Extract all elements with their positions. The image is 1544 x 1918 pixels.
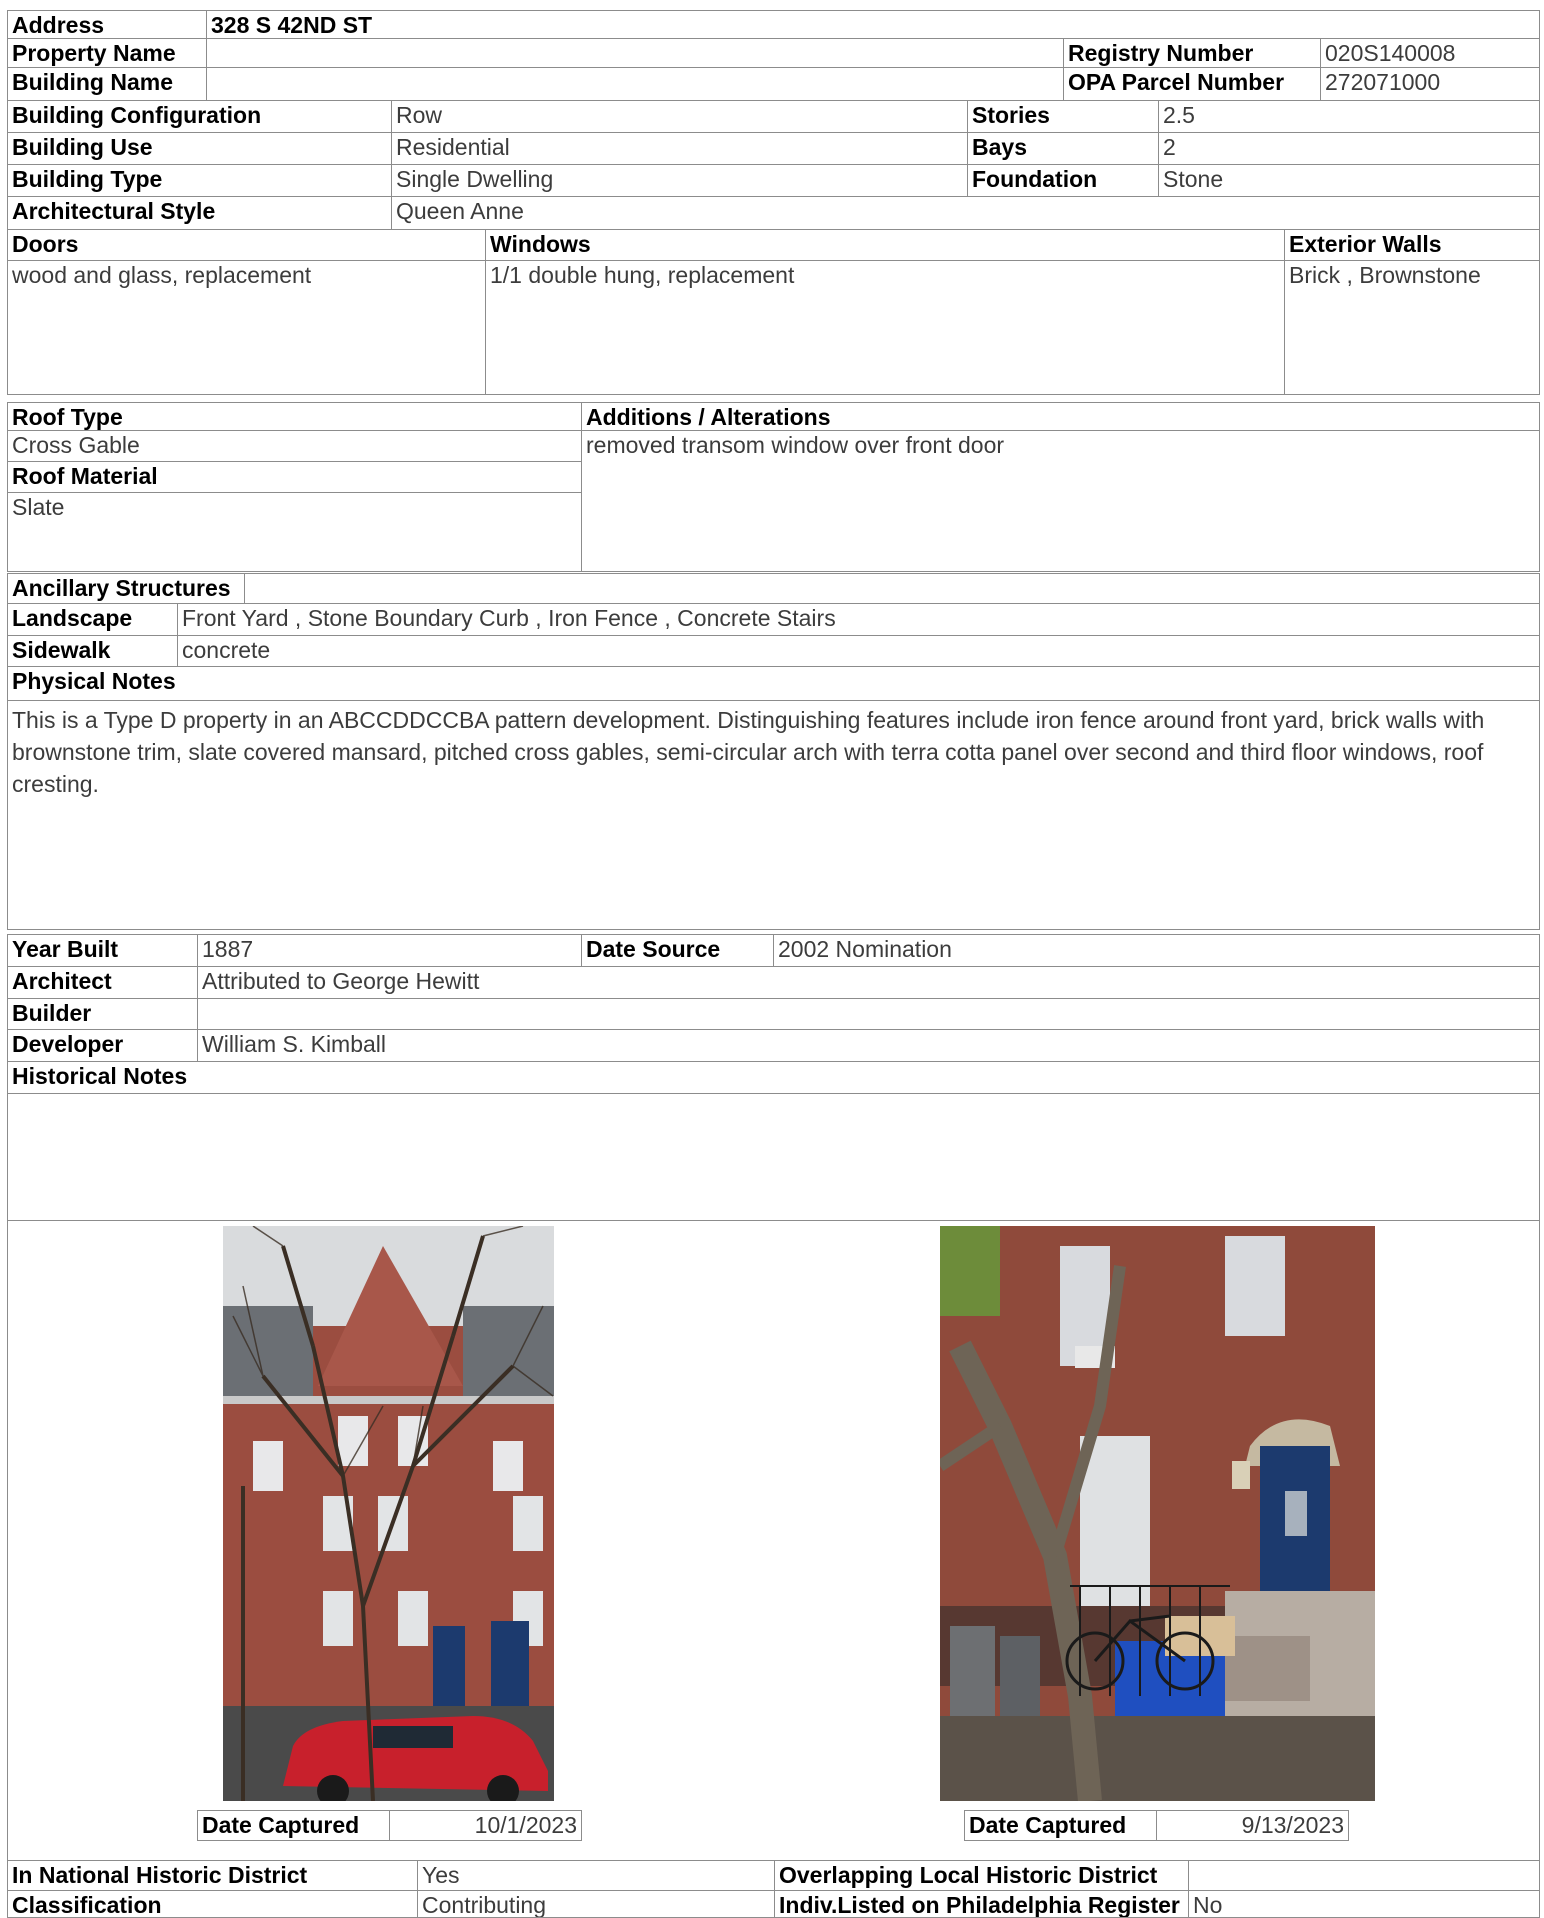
building-use-value: Residential [391,132,968,165]
sidewalk-value: concrete [177,635,1540,667]
windows-label: Windows [485,229,1285,261]
additions-alterations-value: removed transom window over front door [581,430,1540,572]
photo-2-date-label: Date Captured [964,1810,1157,1841]
building-configuration-value: Row [391,100,968,133]
building-photo-entrance [940,1226,1375,1801]
architect-label: Architect [7,966,198,999]
physical-notes-value: This is a Type D property in an ABCCDDCC… [7,700,1540,930]
national-historic-district-label: In National Historic District [7,1860,418,1891]
photo-2-date-value: 9/13/2023 [1156,1810,1349,1841]
national-historic-district-value: Yes [417,1860,775,1891]
architectural-style-value: Queen Anne [391,196,1540,230]
building-name-value [206,67,1064,101]
windows-value: 1/1 double hung, replacement [485,260,1285,395]
building-type-value: Single Dwelling [391,164,968,197]
building-photo-street [223,1226,554,1801]
bays-value: 2 [1158,132,1540,165]
roof-type-label: Roof Type [7,402,582,431]
roof-material-label: Roof Material [7,461,582,493]
property-name-label: Property Name [7,38,207,68]
overlapping-local-district-value [1188,1860,1540,1891]
exterior-walls-label: Exterior Walls [1284,229,1540,261]
photo-1-date-label: Date Captured [197,1810,390,1841]
architectural-style-label: Architectural Style [7,196,392,230]
roof-type-value: Cross Gable [7,430,582,462]
exterior-walls-value: Brick , Brownstone [1284,260,1540,395]
historical-notes-label: Historical Notes [7,1061,1540,1094]
year-built-label: Year Built [7,934,198,967]
registry-number-label: Registry Number [1063,38,1321,68]
foundation-label: Foundation [967,164,1159,197]
registry-number-value: 020S140008 [1320,38,1540,68]
doors-value: wood and glass, replacement [7,260,486,395]
builder-label: Builder [7,998,198,1030]
stories-label: Stories [967,100,1159,133]
indiv-listed-value: No [1188,1890,1540,1918]
roof-material-value: Slate [7,492,582,572]
address-label: Address [7,10,207,39]
date-source-value: 2002 Nomination [773,934,1540,967]
photo-1-date-value: 10/1/2023 [389,1810,582,1841]
developer-value: William S. Kimball [197,1029,1540,1062]
building-name-label: Building Name [7,67,207,101]
building-type-label: Building Type [7,164,392,197]
stories-value: 2.5 [1158,100,1540,133]
year-built-value: 1887 [197,934,582,967]
ancillary-structures-label: Ancillary Structures [7,573,245,604]
date-source-label: Date Source [581,934,774,967]
ancillary-structures-value [244,573,1540,604]
building-use-label: Building Use [7,132,392,165]
overlapping-local-district-label: Overlapping Local Historic District [774,1860,1189,1891]
address-value: 328 S 42ND ST [206,10,1540,39]
architect-value: Attributed to George Hewitt [197,966,1540,999]
physical-notes-label: Physical Notes [7,666,1540,701]
classification-label: Classification [7,1890,418,1918]
sidewalk-label: Sidewalk [7,635,178,667]
additions-alterations-label: Additions / Alterations [581,402,1540,431]
opa-parcel-number-value: 272071000 [1320,67,1540,101]
indiv-listed-label: Indiv.Listed on Philadelphia Register [774,1890,1189,1918]
doors-label: Doors [7,229,486,261]
property-name-value [206,38,1064,68]
landscape-value: Front Yard , Stone Boundary Curb , Iron … [177,603,1540,636]
landscape-label: Landscape [7,603,178,636]
classification-value: Contributing [417,1890,775,1918]
building-configuration-label: Building Configuration [7,100,392,133]
opa-parcel-number-label: OPA Parcel Number [1063,67,1321,101]
builder-value [197,998,1540,1030]
historical-notes-value [7,1093,1540,1221]
foundation-value: Stone [1158,164,1540,197]
bays-label: Bays [967,132,1159,165]
developer-label: Developer [7,1029,198,1062]
